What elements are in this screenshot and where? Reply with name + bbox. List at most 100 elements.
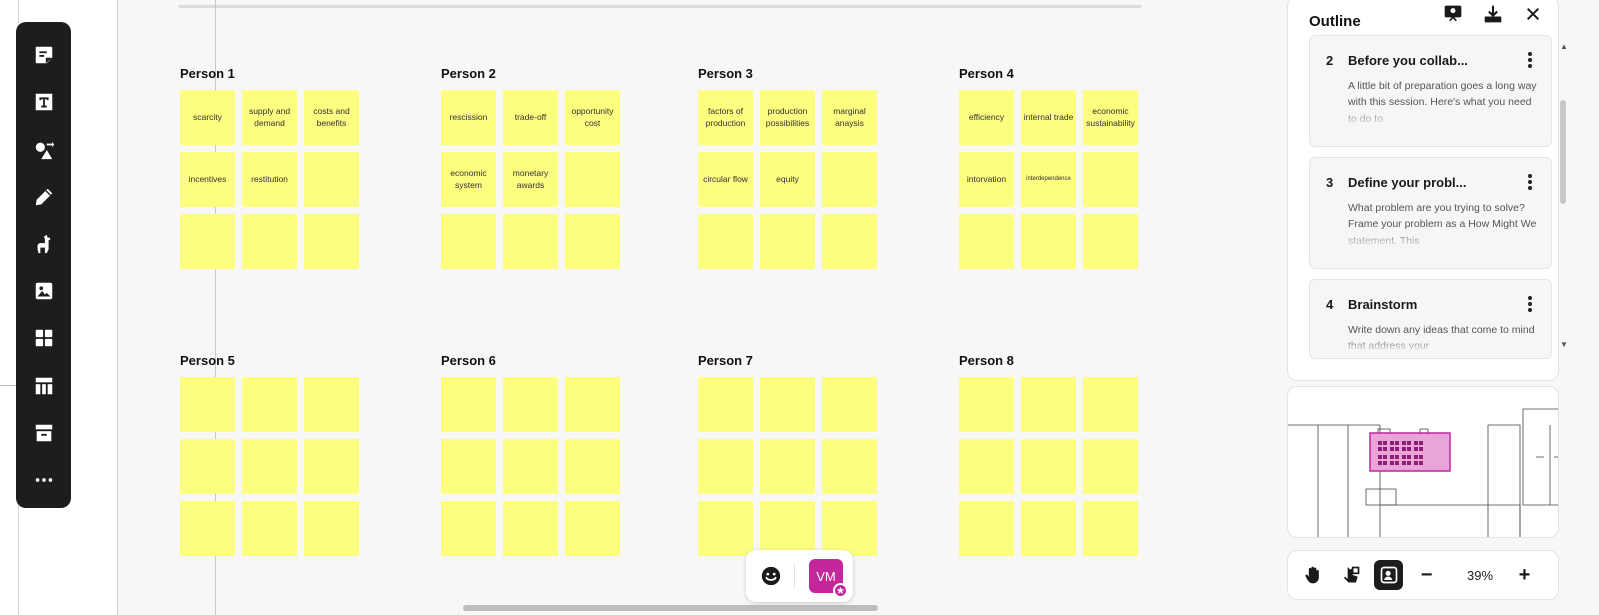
sticky-note[interactable]	[822, 501, 877, 556]
sticky-note[interactable]: circular flow	[698, 152, 753, 207]
smiley-icon[interactable]	[758, 563, 784, 589]
sticky-note[interactable]	[180, 377, 235, 432]
sticky-note[interactable]	[822, 152, 877, 207]
sticky-note[interactable]	[959, 214, 1014, 269]
sticky-note[interactable]: equity	[760, 152, 815, 207]
vertical-scrollbar-thumb[interactable]	[1560, 100, 1566, 204]
sticky-note[interactable]	[441, 439, 496, 494]
sticky-note[interactable]	[441, 501, 496, 556]
sticky-note[interactable]	[503, 501, 558, 556]
sticky-note[interactable]	[242, 377, 297, 432]
sticky-note[interactable]	[565, 439, 620, 494]
sticky-note[interactable]: trade-off	[503, 90, 558, 145]
sticky-note[interactable]: costs and benefits	[304, 90, 359, 145]
sticky-note[interactable]	[565, 152, 620, 207]
sticky-note[interactable]: economic system	[441, 152, 496, 207]
sticky-note[interactable]	[242, 439, 297, 494]
kebab-menu-icon[interactable]	[1523, 172, 1537, 192]
select-pointer-icon[interactable]	[1336, 560, 1365, 590]
sticky-note[interactable]	[304, 501, 359, 556]
sticky-note[interactable]	[565, 377, 620, 432]
sticky-note[interactable]: scarcity	[180, 90, 235, 145]
sticky-note[interactable]	[760, 501, 815, 556]
text-icon[interactable]	[24, 83, 64, 121]
minimap[interactable]	[1287, 386, 1559, 538]
shapes-icon[interactable]	[24, 130, 64, 168]
sticky-note[interactable]: factors of production	[698, 90, 753, 145]
zoom-out-button[interactable]: −	[1412, 560, 1441, 590]
sticky-note[interactable]	[1021, 377, 1076, 432]
sticky-note[interactable]	[441, 214, 496, 269]
sticky-note[interactable]	[822, 439, 877, 494]
sticky-note[interactable]	[1083, 152, 1138, 207]
sticky-note[interactable]	[1083, 501, 1138, 556]
sticky-note[interactable]	[698, 501, 753, 556]
sticky-note[interactable]	[1083, 439, 1138, 494]
sticky-note[interactable]	[503, 377, 558, 432]
sticky-note[interactable]: monetary awards	[503, 152, 558, 207]
sticky-note[interactable]	[304, 439, 359, 494]
sticky-note[interactable]: restitution	[242, 152, 297, 207]
sticky-note[interactable]: rescission	[441, 90, 496, 145]
horizontal-scrollbar[interactable]	[463, 605, 878, 611]
templates-icon[interactable]	[24, 319, 64, 357]
kebab-menu-icon[interactable]	[1523, 50, 1537, 70]
sticky-note[interactable]	[180, 501, 235, 556]
sticky-note[interactable]: interdependence	[1021, 152, 1076, 207]
archive-icon[interactable]	[24, 414, 64, 452]
sticky-note[interactable]	[760, 439, 815, 494]
outline-item[interactable]: 3 Define your probl... What problem are …	[1309, 157, 1552, 269]
llama-icon[interactable]	[24, 225, 64, 263]
pen-icon[interactable]	[24, 178, 64, 216]
sticky-note[interactable]	[565, 214, 620, 269]
sticky-note[interactable]: supply and demand	[242, 90, 297, 145]
sticky-note[interactable]	[1021, 214, 1076, 269]
sticky-note[interactable]: marginal anaysis	[822, 90, 877, 145]
sticky-note[interactable]: intorvation	[959, 152, 1014, 207]
sticky-note[interactable]: opportunity cost	[565, 90, 620, 145]
more-icon[interactable]	[24, 461, 64, 499]
download-icon[interactable]	[1482, 3, 1504, 25]
image-icon[interactable]	[24, 272, 64, 310]
sticky-note[interactable]	[565, 501, 620, 556]
sticky-note[interactable]	[242, 214, 297, 269]
sticky-note[interactable]: economic sustainability	[1083, 90, 1138, 145]
sticky-note[interactable]	[959, 377, 1014, 432]
presenter-icon[interactable]	[1442, 3, 1464, 25]
avatar[interactable]: VM	[809, 559, 848, 598]
sticky-note[interactable]: efficiency	[959, 90, 1014, 145]
sticky-note[interactable]	[760, 377, 815, 432]
sticky-note[interactable]	[1021, 439, 1076, 494]
sticky-note[interactable]	[304, 377, 359, 432]
sticky-note[interactable]	[1021, 501, 1076, 556]
zoom-in-button[interactable]: +	[1510, 560, 1539, 590]
outline-item[interactable]: 4 Brainstorm Write down any ideas that c…	[1309, 279, 1552, 359]
sticky-note[interactable]	[503, 439, 558, 494]
scroll-up-arrow-icon[interactable]: ▲	[1560, 42, 1568, 51]
sticky-note[interactable]	[760, 214, 815, 269]
sticky-note-icon[interactable]	[24, 36, 64, 74]
sticky-note[interactable]	[1083, 377, 1138, 432]
sticky-note[interactable]	[503, 214, 558, 269]
sticky-note[interactable]	[698, 439, 753, 494]
minimap-toggle-icon[interactable]	[1374, 560, 1404, 590]
sticky-note[interactable]	[304, 152, 359, 207]
sticky-note[interactable]	[1083, 214, 1138, 269]
kebab-menu-icon[interactable]	[1523, 294, 1537, 314]
scroll-down-arrow-icon[interactable]: ▼	[1560, 340, 1568, 349]
sticky-note[interactable]	[180, 214, 235, 269]
zoom-level[interactable]: 39%	[1450, 568, 1510, 583]
sticky-note[interactable]	[822, 377, 877, 432]
sticky-note[interactable]: production possibilities	[760, 90, 815, 145]
table-icon[interactable]	[24, 366, 64, 404]
sticky-note[interactable]	[959, 439, 1014, 494]
sticky-note[interactable]	[822, 214, 877, 269]
hand-tool-icon[interactable]	[1298, 560, 1327, 590]
sticky-note[interactable]	[441, 377, 496, 432]
sticky-note[interactable]	[959, 501, 1014, 556]
sticky-note[interactable]: incentives	[180, 152, 235, 207]
sticky-note[interactable]	[180, 439, 235, 494]
sticky-note[interactable]	[304, 214, 359, 269]
sticky-note[interactable]: internal trade	[1021, 90, 1076, 145]
sticky-note[interactable]	[698, 377, 753, 432]
